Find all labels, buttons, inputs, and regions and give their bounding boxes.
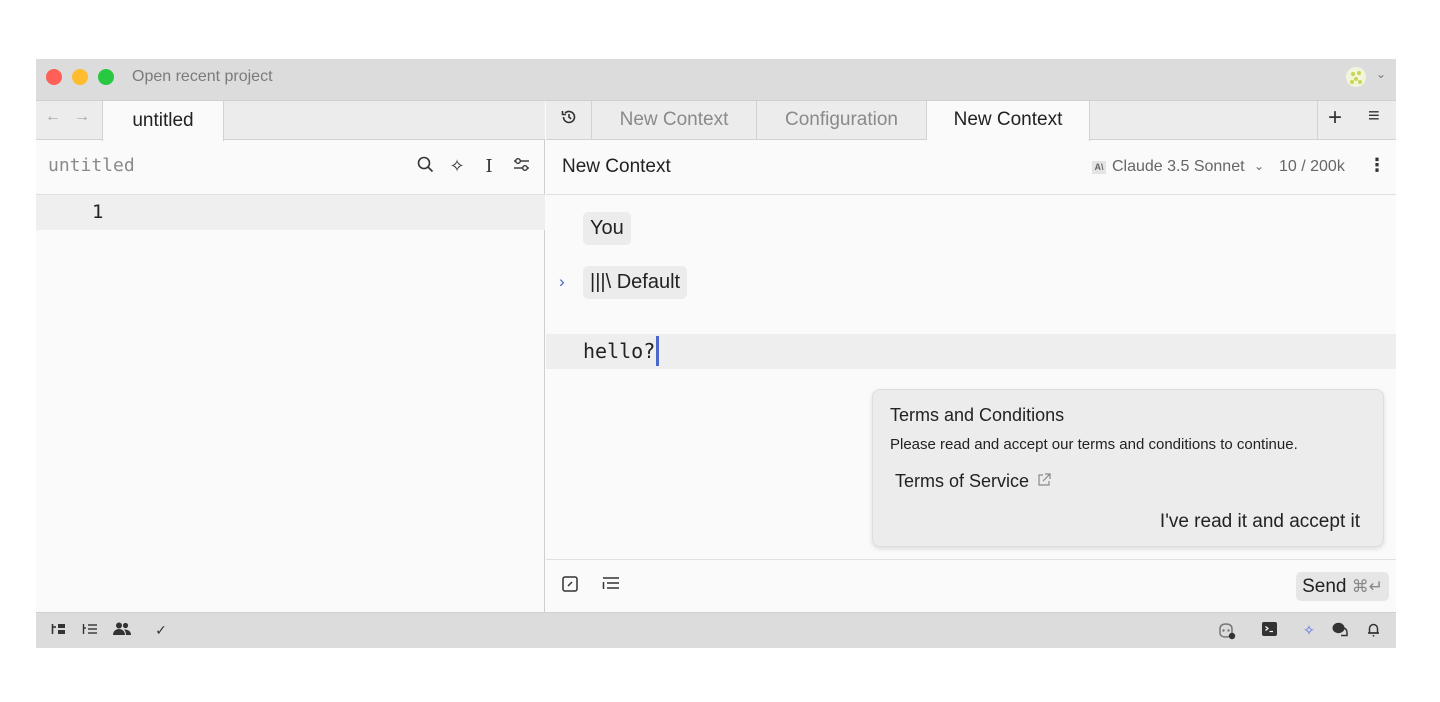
- project-panel-icon[interactable]: [48, 622, 68, 638]
- chevron-down-icon[interactable]: ⌄: [1254, 159, 1264, 173]
- tab-untitled[interactable]: untitled: [102, 101, 224, 141]
- sparkle-icon[interactable]: ✧: [446, 156, 468, 177]
- edit-icon[interactable]: [562, 576, 578, 597]
- app-window: Open recent project ⌄ ← → untitled untit…: [36, 59, 1396, 648]
- assistant-sparkle-icon[interactable]: ✧: [1299, 622, 1319, 639]
- collab-panel-icon[interactable]: [112, 622, 132, 638]
- outline-panel-icon[interactable]: [80, 622, 100, 638]
- assistant-tab-bar: New Context Configuration New Context + …: [546, 101, 1396, 141]
- chat-icon[interactable]: [1330, 622, 1350, 640]
- composer-toolbar: Send ⌘↵: [546, 559, 1396, 612]
- editor-header: untitled ✧ I: [36, 140, 545, 195]
- title-bar: Open recent project ⌄: [36, 59, 1396, 101]
- text-caret: [656, 335, 660, 366]
- terms-popover: Terms and Conditions Please read and acc…: [872, 389, 1384, 547]
- tab-new-context-2[interactable]: New Context: [927, 101, 1090, 141]
- chevron-right-icon[interactable]: ›: [559, 272, 565, 292]
- token-count: 10 / 200k: [1279, 158, 1345, 175]
- history-icon[interactable]: [546, 101, 592, 140]
- terms-link-label: Terms of Service: [895, 471, 1030, 491]
- sliders-icon[interactable]: [510, 156, 532, 177]
- library-icon: |||\: [590, 271, 612, 293]
- role-you[interactable]: You: [583, 212, 631, 245]
- editor-title: untitled: [48, 155, 135, 176]
- message-input[interactable]: hello?: [546, 334, 1396, 369]
- editor-line[interactable]: 1: [36, 195, 545, 230]
- avatar[interactable]: [1346, 67, 1366, 87]
- chevron-down-icon[interactable]: ⌄: [1376, 67, 1386, 81]
- editor-pane: ← → untitled untitled ✧ I 1: [36, 101, 545, 612]
- tab-new-context-1[interactable]: New Context: [592, 101, 757, 140]
- new-tab-button[interactable]: +: [1328, 104, 1342, 132]
- anthropic-icon: A\: [1092, 161, 1106, 174]
- tab-configuration[interactable]: Configuration: [757, 101, 927, 140]
- maximize-window-button[interactable]: [98, 69, 114, 85]
- line-number: 1: [92, 201, 104, 223]
- role-default-label: Default: [616, 271, 681, 293]
- context-title: New Context: [562, 156, 671, 177]
- message-text: hello?: [583, 339, 656, 363]
- back-arrow-icon[interactable]: ←: [45, 108, 61, 126]
- send-shortcut: ⌘↵: [1351, 577, 1383, 596]
- menu-icon[interactable]: ≡: [1368, 105, 1380, 128]
- model-selector[interactable]: Claude 3.5 Sonnet: [1112, 158, 1245, 176]
- accept-terms-button[interactable]: I've read it and accept it: [1160, 511, 1360, 533]
- forward-arrow-icon[interactable]: →: [74, 108, 90, 126]
- copilot-icon[interactable]: [1217, 622, 1237, 643]
- bell-icon[interactable]: [1363, 622, 1383, 640]
- text-cursor-icon[interactable]: I: [478, 156, 500, 177]
- terminal-icon[interactable]: [1259, 622, 1279, 639]
- terms-title: Terms and Conditions: [890, 405, 1065, 425]
- terms-of-service-link[interactable]: Terms of Service: [895, 471, 1051, 492]
- context-header: New Context A\ Claude 3.5 Sonnet ⌄ 10 / …: [546, 140, 1396, 195]
- close-window-button[interactable]: [46, 69, 62, 85]
- diagnostics-check-icon[interactable]: ✓: [151, 622, 171, 639]
- minimize-window-button[interactable]: [72, 69, 88, 85]
- send-button[interactable]: Send ⌘↵: [1296, 572, 1389, 601]
- search-icon[interactable]: [414, 156, 436, 178]
- status-bar: ✓ ✧: [36, 612, 1396, 648]
- external-link-icon: [1033, 473, 1051, 490]
- open-recent-project[interactable]: Open recent project: [132, 68, 273, 86]
- send-label: Send: [1302, 576, 1347, 597]
- more-options-icon[interactable]: ⋮: [1368, 155, 1386, 176]
- terms-body: Please read and accept our terms and con…: [890, 436, 1298, 453]
- editor-tab-bar: ← → untitled: [36, 101, 545, 141]
- outline-icon[interactable]: [602, 576, 620, 595]
- assistant-pane: New Context Configuration New Context + …: [546, 101, 1396, 612]
- role-default[interactable]: |||\ Default: [583, 266, 688, 299]
- divider: [1317, 101, 1318, 140]
